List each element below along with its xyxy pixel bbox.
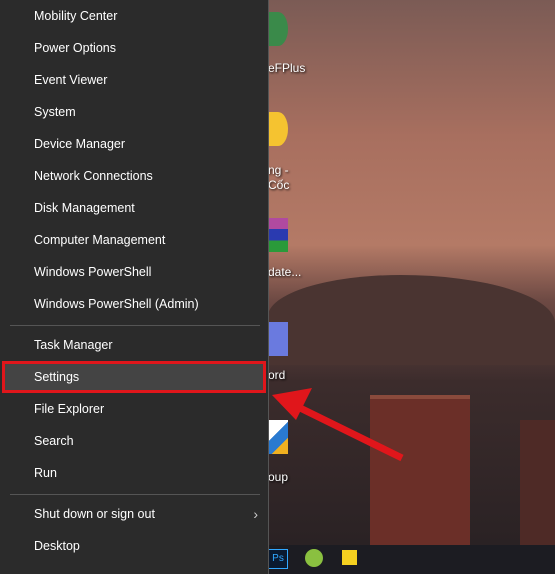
menu-item-label: Computer Management	[34, 233, 166, 247]
menu-item-desktop[interactable]: Desktop	[0, 530, 268, 562]
sticky-notes-taskbar-icon[interactable]	[342, 550, 357, 565]
menu-item-windows-powershell[interactable]: Windows PowerShell	[0, 256, 268, 288]
menu-item-event-viewer[interactable]: Event Viewer	[0, 64, 268, 96]
menu-item-windows-powershell-admin[interactable]: Windows PowerShell (Admin)	[0, 288, 268, 320]
menu-item-label: Run	[34, 466, 57, 480]
chevron-right-icon: ›	[253, 506, 258, 522]
menu-item-label: Shut down or sign out	[34, 507, 155, 521]
menu-item-label: Windows PowerShell	[34, 265, 152, 279]
menu-item-label: System	[34, 105, 76, 119]
menu-item-label: Windows PowerShell (Admin)	[34, 297, 199, 311]
menu-item-computer-management[interactable]: Computer Management	[0, 224, 268, 256]
menu-item-label: Task Manager	[34, 338, 113, 352]
menu-separator	[10, 494, 260, 495]
menu-item-shut-down-or-sign-out[interactable]: Shut down or sign out ›	[0, 498, 268, 530]
menu-item-label: Settings	[34, 370, 80, 384]
menu-item-label: Power Options	[34, 41, 116, 55]
menu-item-label: Device Manager	[34, 137, 126, 151]
menu-item-system[interactable]: System	[0, 96, 268, 128]
menu-item-file-explorer[interactable]: File Explorer	[0, 393, 268, 425]
menu-item-label: Event Viewer	[34, 73, 108, 87]
menu-item-label: Search	[34, 434, 74, 448]
menu-item-run[interactable]: Run	[0, 457, 268, 489]
menu-item-label: Disk Management	[34, 201, 135, 215]
menu-item-network-connections[interactable]: Network Connections	[0, 160, 268, 192]
menu-item-label: Mobility Center	[34, 9, 118, 23]
menu-item-device-manager[interactable]: Device Manager	[0, 128, 268, 160]
winx-power-user-menu: Mobility Center Power Options Event Viewer…	[0, 0, 269, 574]
photoshop-taskbar-icon[interactable]: Ps	[268, 549, 288, 569]
menu-item-mobility-center[interactable]: Mobility Center	[0, 0, 268, 32]
menu-item-disk-management[interactable]: Disk Management	[0, 192, 268, 224]
menu-item-power-options[interactable]: Power Options	[0, 32, 268, 64]
menu-item-settings[interactable]: Settings	[2, 361, 266, 393]
app-taskbar-icon[interactable]	[305, 549, 323, 567]
menu-item-label: File Explorer	[34, 402, 105, 416]
menu-separator	[10, 325, 260, 326]
menu-item-label: Desktop	[34, 539, 80, 553]
menu-item-task-manager[interactable]: Task Manager	[0, 329, 268, 361]
menu-item-search[interactable]: Search	[0, 425, 268, 457]
menu-item-label: Network Connections	[34, 169, 153, 183]
